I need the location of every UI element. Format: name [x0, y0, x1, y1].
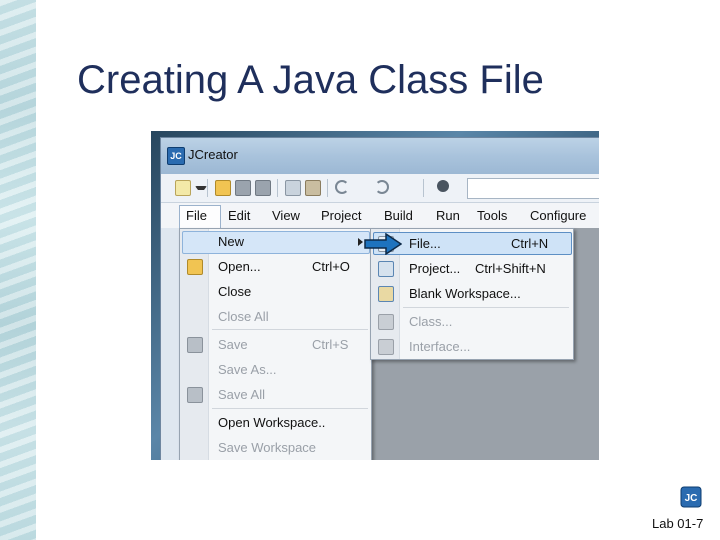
toolbar: [161, 174, 599, 203]
decorative-side-strip: [0, 0, 36, 540]
menu-item-label: New: [218, 234, 245, 249]
menu-item-label: Save All: [218, 387, 265, 402]
menu-separator: [212, 329, 368, 330]
menu-separator: [403, 307, 569, 308]
file-menu-item-open[interactable]: Open... Ctrl+O: [180, 254, 371, 279]
file-menu-dropdown: New Open... Ctrl+O Close Close All Save …: [179, 228, 372, 460]
file-menu-item-close-all[interactable]: Close All: [180, 304, 371, 329]
file-menu-item-save-workspace[interactable]: Save Workspace: [180, 435, 371, 460]
menu-item-label: Close: [218, 284, 252, 299]
new-file-icon[interactable]: [175, 180, 191, 196]
file-menu-item-open-workspace[interactable]: Open Workspace..: [180, 410, 371, 435]
jcreator-window: JC JCreator File Edit View Project Build…: [160, 137, 599, 460]
file-menu-item-save-as[interactable]: Save As...: [180, 357, 371, 382]
jcreator-app-icon: JC: [167, 147, 185, 165]
window-title: JCreator: [188, 147, 238, 162]
save-all-icon[interactable]: [255, 180, 271, 196]
toolbar-separator: [207, 179, 208, 197]
window-titlebar[interactable]: JC JCreator: [161, 138, 599, 174]
menu-run[interactable]: Run: [436, 208, 460, 223]
toolbar-separator: [423, 179, 424, 197]
menu-item-label: Save Workspace: [218, 440, 317, 455]
menu-item-label: File...: [409, 236, 441, 251]
file-menu-item-new[interactable]: New: [180, 229, 371, 254]
menu-item-label: Open...: [218, 259, 261, 274]
class-icon: [378, 314, 394, 330]
logo-text: JC: [685, 493, 698, 504]
pointer-arrow-icon: [364, 233, 402, 255]
menu-item-label: Interface...: [409, 339, 471, 354]
menu-item-shortcut: Ctrl+Shift+N: [475, 261, 546, 276]
menubar: File Edit View Project Build Run Tools C…: [161, 203, 599, 228]
paste-icon[interactable]: [305, 180, 321, 196]
file-menu-item-close[interactable]: Close: [180, 279, 371, 304]
slide-title: Creating A Java Class File: [77, 58, 544, 102]
interface-icon: [378, 339, 394, 355]
menu-item-label: Project...: [409, 261, 461, 276]
jcreator-logo: JC: [680, 486, 702, 508]
menu-item-label: Close All: [218, 309, 269, 324]
new-project-icon: [378, 261, 394, 277]
menu-item-shortcut: Ctrl+S: [312, 337, 349, 352]
menu-edit[interactable]: Edit: [228, 208, 250, 223]
menu-item-label: Save: [218, 337, 248, 352]
undo-icon[interactable]: [335, 180, 349, 194]
open-folder-icon[interactable]: [215, 180, 231, 196]
find-binoculars-icon[interactable]: [437, 180, 449, 192]
menu-item-label: Class...: [409, 314, 453, 329]
save-icon[interactable]: [235, 180, 251, 196]
save-all-icon: [187, 387, 203, 403]
file-menu-item-save-all[interactable]: Save All: [180, 382, 371, 407]
submenu-arrow-icon: [358, 238, 363, 246]
menu-item-label: Open Workspace..: [218, 415, 326, 430]
page-number: Lab 01-7: [652, 516, 704, 531]
menu-item-label: Blank Workspace...: [409, 286, 521, 301]
jcreator-screenshot: JC JCreator File Edit View Project Build…: [151, 131, 599, 460]
dropdown-arrow-icon[interactable]: [195, 186, 207, 190]
new-submenu-item-class[interactable]: Class...: [371, 309, 573, 334]
menu-item-shortcut: Ctrl+N: [511, 236, 549, 251]
toolbar-separator: [327, 179, 328, 197]
menu-tools[interactable]: Tools: [477, 208, 507, 223]
menu-file[interactable]: File: [186, 208, 207, 223]
new-submenu-item-interface[interactable]: Interface...: [371, 334, 573, 359]
menu-view[interactable]: View: [272, 208, 300, 223]
menu-item-label: Save As...: [218, 362, 277, 377]
menu-project[interactable]: Project: [321, 208, 361, 223]
menu-build[interactable]: Build: [384, 208, 413, 223]
open-folder-icon: [187, 259, 203, 275]
menu-item-shortcut: Ctrl+O: [312, 259, 350, 274]
file-menu-item-save[interactable]: Save Ctrl+S: [180, 332, 371, 357]
search-combo-box[interactable]: [467, 178, 599, 199]
new-submenu-item-blank-workspace[interactable]: Blank Workspace...: [371, 281, 573, 306]
copy-icon[interactable]: [285, 180, 301, 196]
redo-icon[interactable]: [375, 180, 389, 194]
new-submenu-item-project[interactable]: Project... Ctrl+Shift+N: [371, 256, 573, 281]
menu-configure[interactable]: Configure: [530, 208, 586, 223]
menu-separator: [212, 408, 368, 409]
blank-workspace-icon: [378, 286, 394, 302]
save-icon: [187, 337, 203, 353]
toolbar-separator: [277, 179, 278, 197]
